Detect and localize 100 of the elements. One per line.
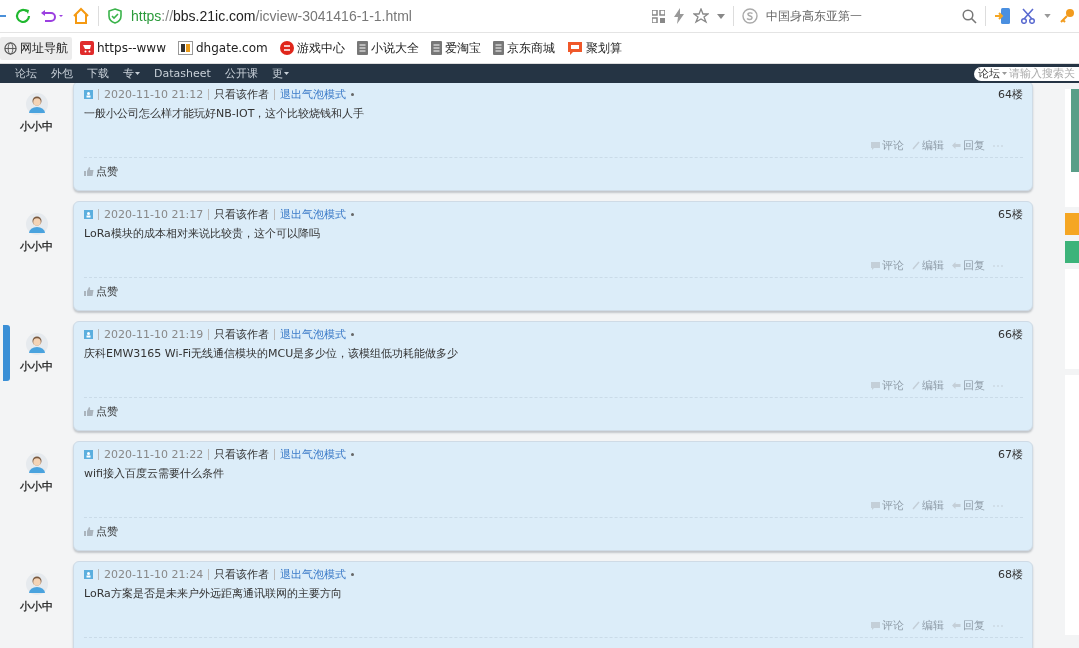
exit-bubble-link[interactable]: 退出气泡模式 (280, 206, 347, 222)
thumbs-up-icon (84, 167, 94, 176)
user-icon (84, 89, 93, 99)
dot-icon (351, 332, 355, 336)
reply-icon (952, 142, 961, 149)
caret-icon[interactable] (1044, 14, 1051, 18)
author-name[interactable]: 小小中 (20, 239, 53, 254)
author-name[interactable]: 小小中 (20, 479, 53, 494)
nav-link[interactable]: 论坛 (8, 66, 44, 81)
bookmark[interactable]: dhgate.com (174, 38, 272, 58)
nav-link[interactable]: 外包 (44, 66, 80, 81)
address-field[interactable]: https://bbs.21ic.com/icview-3041416-1-1.html (131, 8, 412, 24)
like-button[interactable]: 点赞 (84, 284, 118, 299)
game-icon (279, 41, 294, 55)
qr-code-icon[interactable] (652, 9, 665, 23)
post-content: LoRa模块的成本相对来说比较贵，这个可以降吗 (84, 226, 321, 242)
dot-icon (351, 92, 355, 96)
author-only-link[interactable]: 只看该作者 (214, 566, 270, 582)
bookmark[interactable]: https--www (76, 38, 170, 58)
dot-icon (351, 212, 355, 216)
floor-number: 68楼 (998, 566, 1023, 582)
author-only-link[interactable]: 只看该作者 (214, 86, 270, 102)
logo-icon (178, 41, 193, 55)
user-icon (84, 569, 93, 579)
user-icon (84, 329, 93, 339)
thumbs-up-icon (84, 527, 94, 536)
lightning-icon[interactable] (673, 8, 685, 24)
like-button[interactable]: 点赞 (84, 164, 118, 179)
avatar-icon (25, 573, 48, 595)
exit-bubble-link[interactable]: 退出气泡模式 (280, 326, 347, 342)
bookmark[interactable]: 游戏中心 (275, 36, 349, 60)
author-name[interactable]: 小小中 (20, 359, 53, 374)
caret-icon[interactable] (717, 13, 725, 19)
post-content: LoRa方案是否是未来户外远距离通讯联网的主要方向 (84, 586, 343, 602)
scissors-icon[interactable] (1020, 8, 1036, 24)
author-name[interactable]: 小小中 (20, 119, 53, 134)
reply-icon (952, 262, 961, 269)
key-icon[interactable] (1059, 8, 1075, 24)
reply-icon (952, 502, 961, 509)
avatar-icon (25, 93, 48, 115)
exit-bubble-link[interactable]: 退出气泡模式 (280, 446, 347, 462)
comment-icon (871, 621, 880, 630)
search-field[interactable]: 中国身高东亚第一 (766, 9, 916, 23)
pencil-icon (912, 501, 920, 510)
like-button[interactable]: 点赞 (84, 524, 118, 539)
reply-icon (952, 382, 961, 389)
comment-icon (871, 381, 880, 390)
post-content: 一般小公司怎么样才能玩好NB-IOT，这个比较烧钱和人手 (84, 106, 366, 122)
like-button[interactable]: 点赞 (84, 404, 118, 419)
nav-link[interactable]: Datasheet (147, 67, 218, 80)
shield-icon[interactable] (107, 8, 123, 24)
comment-icon (871, 261, 880, 270)
post-date: 2020-11-10 21:17 (104, 207, 204, 221)
bookmark[interactable]: 小说大全 (352, 36, 423, 60)
user-icon (84, 209, 93, 219)
reply-icon (952, 622, 961, 629)
avatar-icon (25, 213, 48, 235)
post-date: 2020-11-10 21:12 (104, 87, 204, 101)
thumbs-up-icon (84, 407, 94, 416)
avatar-icon (25, 453, 48, 475)
pencil-icon (912, 381, 920, 390)
dot-icon (351, 452, 355, 456)
nav-link[interactable]: 专 (116, 66, 147, 81)
post-date: 2020-11-10 21:22 (104, 447, 204, 461)
author-only-link[interactable]: 只看该作者 (214, 206, 270, 222)
nav-link[interactable]: 更 (264, 66, 296, 81)
globe-icon (4, 41, 17, 55)
post-date: 2020-11-10 21:24 (104, 567, 204, 581)
document-icon (430, 41, 442, 55)
nav-link[interactable]: 公开课 (217, 66, 265, 81)
floor-number: 66楼 (998, 326, 1023, 342)
document-icon (356, 41, 368, 55)
post-content: wifi接入百度云需要什么条件 (84, 466, 225, 482)
exit-bubble-link[interactable]: 退出气泡模式 (280, 566, 347, 582)
comment-icon (871, 501, 880, 510)
search-engine-icon[interactable] (742, 8, 758, 24)
nav-link[interactable]: 下载 (80, 66, 116, 81)
phone-icon[interactable] (994, 7, 1012, 25)
dot-icon (351, 572, 355, 576)
star-icon[interactable] (693, 8, 709, 24)
avatar-icon (25, 333, 48, 355)
nav-search-field[interactable]: 论坛 请输入搜索关 (974, 66, 1079, 81)
refresh-icon[interactable] (14, 7, 32, 25)
search-icon[interactable] (962, 8, 977, 24)
bookmark[interactable]: 京东商城 (488, 36, 559, 60)
bookmark[interactable]: 网址导航 (0, 36, 72, 60)
author-only-link[interactable]: 只看该作者 (214, 326, 270, 342)
undo-icon[interactable] (40, 8, 64, 24)
caret-icon (1002, 72, 1007, 75)
bookmark[interactable]: 聚划算 (562, 36, 626, 60)
author-only-link[interactable]: 只看该作者 (214, 446, 270, 462)
bookmark[interactable]: 爱淘宝 (426, 36, 485, 60)
user-icon (84, 449, 93, 459)
home-icon[interactable] (72, 7, 90, 25)
pencil-icon (912, 141, 920, 150)
pencil-icon (912, 261, 920, 270)
exit-bubble-link[interactable]: 退出气泡模式 (280, 86, 347, 102)
author-name[interactable]: 小小中 (20, 599, 53, 614)
thumbs-up-icon (84, 287, 94, 296)
pencil-icon (912, 621, 920, 630)
